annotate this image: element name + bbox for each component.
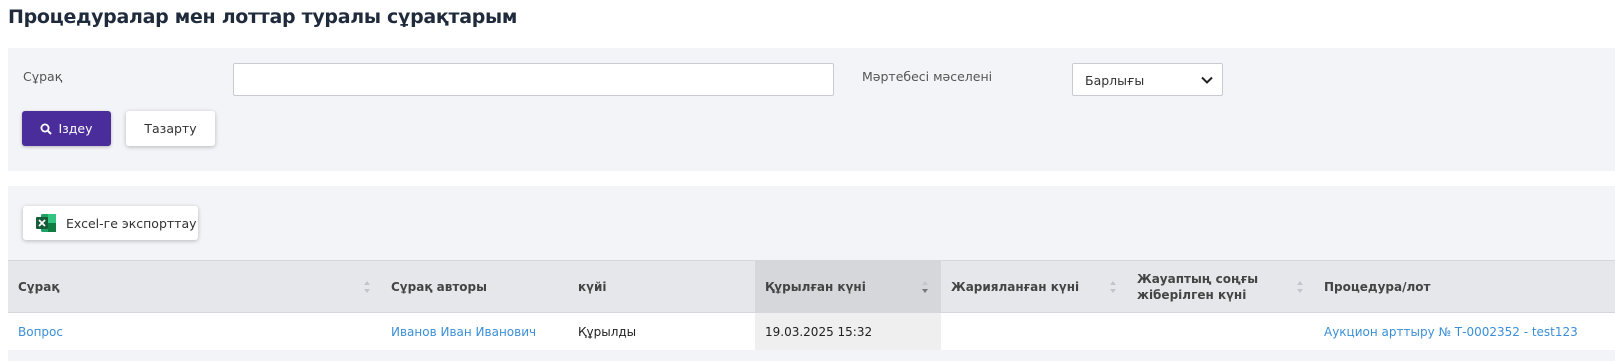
status-select-value: Барлығы	[1085, 73, 1145, 88]
created-value: 19.03.2025 15:32	[765, 324, 873, 339]
search-icon	[40, 123, 53, 135]
cell-created: 19.03.2025 15:32	[755, 313, 941, 350]
sort-icon	[1297, 281, 1303, 293]
export-excel-label: Excel-ге экспорттау	[66, 215, 197, 231]
clear-button-label: Тазарту	[144, 121, 197, 136]
question-input[interactable]	[233, 63, 834, 96]
column-header-procedure[interactable]: Процедура/лот	[1314, 261, 1615, 312]
sort-icon	[1110, 281, 1116, 293]
cell-status: Құрылды	[568, 313, 755, 350]
status-label: Мәртебесі мәселені	[862, 69, 993, 84]
column-header-last-answer[interactable]: Жауаптың соңғы жіберілген күні	[1127, 261, 1314, 312]
table-header: Сұрақ Сұрақ авторы күйі Құрылған күні Жа…	[8, 260, 1615, 313]
page-title: Процедуралар мен лоттар туралы сұрақтары…	[8, 6, 518, 28]
column-header-published[interactable]: Жарияланған күні	[941, 261, 1127, 312]
status-value: Құрылды	[578, 324, 637, 339]
column-header-question[interactable]: Сұрақ	[8, 261, 381, 312]
question-label: Сұрақ	[23, 69, 63, 84]
cell-published	[941, 313, 1127, 350]
results-panel: Excel-ге экспорттау Сұрақ Сұрақ авторы к…	[8, 186, 1615, 361]
cell-author: Иванов Иван Иванович	[381, 313, 568, 350]
author-link[interactable]: Иванов Иван Иванович	[391, 325, 536, 339]
column-header-created[interactable]: Құрылған күні	[755, 261, 941, 312]
search-button-label: Іздеу	[58, 121, 93, 136]
filter-panel: Сұрақ Мәртебесі мәселені Барлығы Іздеу Т…	[8, 48, 1615, 171]
table-row: Вопрос Иванов Иван Иванович Құрылды 19.0…	[8, 313, 1615, 350]
chevron-down-icon	[1201, 76, 1213, 84]
search-button[interactable]: Іздеу	[22, 111, 111, 146]
cell-last-answer	[1127, 313, 1314, 350]
column-header-status[interactable]: күйі	[568, 261, 755, 312]
sort-icon	[364, 281, 370, 293]
excel-icon	[36, 214, 56, 232]
clear-button[interactable]: Тазарту	[126, 111, 215, 146]
procedure-link[interactable]: Аукцион арттыру № Т-0002352 - test123	[1324, 325, 1578, 339]
question-link[interactable]: Вопрос	[18, 325, 63, 339]
sort-desc-icon	[922, 281, 928, 293]
cell-procedure: Аукцион арттыру № Т-0002352 - test123	[1314, 313, 1615, 350]
export-excel-button[interactable]: Excel-ге экспорттау	[23, 206, 198, 240]
status-select[interactable]: Барлығы	[1072, 63, 1223, 96]
column-header-author[interactable]: Сұрақ авторы	[381, 261, 568, 312]
cell-question: Вопрос	[8, 313, 381, 350]
